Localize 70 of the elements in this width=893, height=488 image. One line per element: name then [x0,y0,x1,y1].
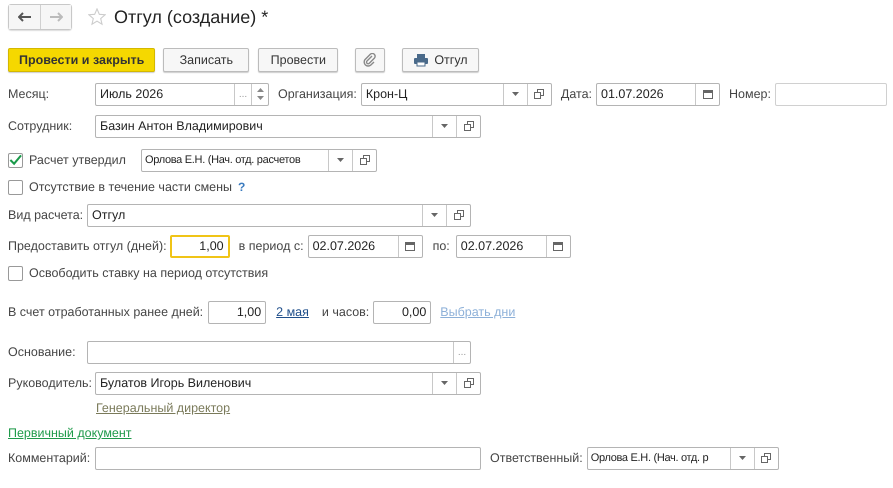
organization-field[interactable]: Крон-Ц [360,82,552,106]
hours-input[interactable]: 0,00 [373,300,432,324]
window-title: Отгул (создание) * [114,6,268,28]
field-label: В счет отработанных ранее дней: [8,305,204,319]
toolbar-button[interactable]: Записать [163,48,250,72]
field-label: Основание: [8,345,77,359]
date-field[interactable]: 02.07.2026 [308,234,423,258]
open-icon[interactable] [464,121,474,131]
field-label: Ответственный: [490,451,583,465]
field-label: в период с: [238,239,304,253]
calendar-icon[interactable] [405,241,416,251]
position-link[interactable]: Генеральный директор [96,401,230,415]
checkmark-icon [9,154,22,166]
days-input[interactable]: 1,00 [208,300,266,324]
checkbox-label: Отсутствие в течение части смены [29,180,232,194]
responsible-field[interactable]: Орлова Е.Н. (Нач. отд. р [586,446,779,470]
calendar-icon[interactable] [702,89,713,99]
field-label: и часов: [322,305,370,319]
help-link[interactable]: ? [238,180,246,194]
checkbox-label: Освободить ставку на период отсутствия [29,266,268,280]
toolbar-button[interactable]: Провести [258,48,338,72]
field-label: Вид расчета: [8,208,84,222]
date-field[interactable]: 02.07.2026 [456,234,571,258]
paperclip-icon [363,53,378,67]
open-icon[interactable] [360,155,370,165]
employee-field[interactable]: Базин Антон Владимирович [95,114,481,138]
field-label: Номер: [729,87,771,101]
post-and-close-button[interactable]: Провести и закрыть [8,48,156,72]
open-icon[interactable] [454,210,464,220]
dropdown-arrow-icon[interactable] [512,92,519,96]
days-input[interactable]: 1,00 [170,234,230,258]
field-label: Руководитель: [8,376,94,390]
calendar-icon[interactable] [553,241,564,251]
printer-icon [413,53,430,67]
field-label: по: [432,239,450,253]
checkbox[interactable] [8,180,23,194]
dropdown-arrow-icon[interactable] [738,456,746,460]
approver-field[interactable]: Орлова Е.Н. (Нач. отд. расчетов [141,148,377,172]
forward-arrow-icon [49,12,63,22]
attach-button[interactable] [355,48,386,72]
open-icon[interactable] [761,453,772,463]
back-arrow-icon [18,12,32,22]
star-icon[interactable] [88,8,106,26]
spin-up-icon[interactable] [256,88,264,92]
open-icon[interactable] [464,378,474,388]
number-field[interactable] [774,82,887,106]
field-label: Месяц: [8,87,50,101]
date-field[interactable]: 01.07.2026 [596,82,720,106]
checkbox[interactable] [8,266,23,280]
field-label: Дата: [560,87,592,101]
field-label: Сотрудник: [8,119,74,133]
checkbox-label: Расчет утвердил [29,153,127,167]
field-label: Комментарий: [8,451,92,465]
dropdown-arrow-icon[interactable] [441,381,448,385]
spin-down-icon[interactable] [256,96,264,100]
checkbox[interactable] [8,152,23,168]
nav-button[interactable] [9,5,40,29]
dropdown-arrow-icon[interactable] [441,124,448,128]
dropdown-arrow-icon[interactable] [431,213,438,217]
manager-field[interactable]: Булатов Игорь Виленович [95,372,481,394]
field-label: Организация: [278,87,357,101]
comment-field[interactable] [95,446,481,470]
calculation-type-field[interactable]: Отгул [87,204,471,226]
field-label: Предоставить отгул (дней): [8,239,167,253]
print-button[interactable]: Отгул [402,48,479,72]
open-icon[interactable] [534,89,544,99]
date-link[interactable]: 2 мая [276,305,309,319]
month-field[interactable]: Июль 2026 ... [95,82,269,106]
dropdown-arrow-icon[interactable] [337,158,344,162]
primary-document-link[interactable]: Первичный документ [8,426,132,440]
